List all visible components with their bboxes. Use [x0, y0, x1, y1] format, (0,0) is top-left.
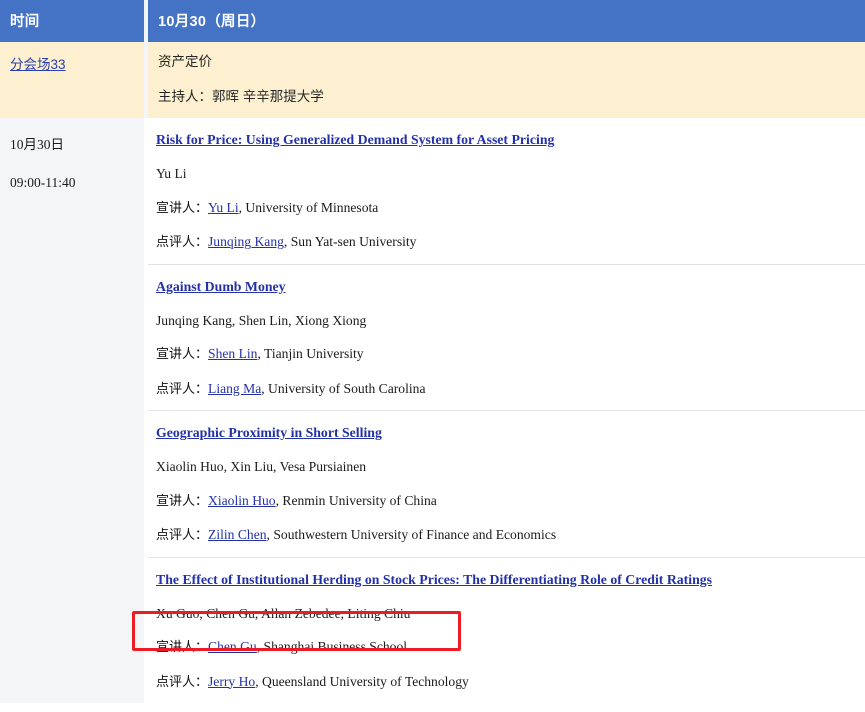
presenter-label: 宣讲人：: [156, 346, 208, 361]
table-header-row: 时间 10月30（周日）: [0, 0, 865, 42]
paper-authors: Junqing Kang, Shen Lin, Xiong Xiong: [156, 312, 857, 330]
presenter-affiliation: , Tianjin University: [257, 346, 363, 361]
discussant-affiliation: , Southwestern University of Finance and…: [267, 527, 557, 542]
paper-title-link[interactable]: The Effect of Institutional Herding on S…: [156, 571, 712, 589]
presenter-affiliation: , Renmin University of China: [276, 493, 437, 508]
discussant-affiliation: , Queensland University of Technology: [255, 674, 469, 689]
session-venue-cell: 分会场33: [0, 42, 146, 118]
presenter-link[interactable]: Xiaolin Huo: [208, 493, 276, 508]
program-time-range: 09:00-11:40: [10, 174, 144, 192]
session-topic: 资产定价: [158, 53, 865, 71]
discussant-affiliation: , Sun Yat-sen University: [284, 234, 417, 249]
conference-schedule-table: 时间 10月30（周日） 分会场33 资产定价 主持人：郭晖 辛辛那提大学 10…: [0, 0, 865, 703]
program-time-cell: 10月30日 09:00-11:40: [0, 118, 146, 702]
presenter-link[interactable]: Shen Lin: [208, 346, 257, 361]
program-row: 10月30日 09:00-11:40 Risk for Price: Using…: [0, 118, 865, 702]
discussant-link[interactable]: Jerry Ho: [208, 674, 255, 689]
presenter-label: 宣讲人：: [156, 639, 208, 654]
header-date-label: 10月30（周日）: [158, 14, 265, 30]
header-cell-time: 时间: [0, 0, 146, 42]
paper-title-link[interactable]: Risk for Price: Using Generalized Demand…: [156, 131, 554, 149]
discussant-link[interactable]: Junqing Kang: [208, 234, 284, 249]
session-detail-cell: 资产定价 主持人：郭晖 辛辛那提大学: [146, 42, 865, 118]
discussant-label: 点评人：: [156, 527, 208, 542]
discussant-link[interactable]: Liang Ma: [208, 381, 261, 396]
paper-block: Geographic Proximity in Short Selling Xi…: [148, 411, 865, 557]
paper-discussant-line: 点评人：Jerry Ho, Queensland University of T…: [156, 673, 857, 691]
paper-discussant-line: 点评人：Junqing Kang, Sun Yat-sen University: [156, 233, 857, 251]
paper-authors: Xu Guo, Chen Gu, Allan Zebedee, Liting C…: [156, 605, 857, 623]
presenter-label: 宣讲人：: [156, 493, 208, 508]
program-date: 10月30日: [10, 136, 144, 154]
header-time-label: 时间: [10, 14, 40, 30]
discussant-link[interactable]: Zilin Chen: [208, 527, 267, 542]
paper-block: Risk for Price: Using Generalized Demand…: [148, 118, 865, 264]
discussant-label: 点评人：: [156, 381, 208, 396]
discussant-label: 点评人：: [156, 234, 208, 249]
session-info-row: 分会场33 资产定价 主持人：郭晖 辛辛那提大学: [0, 42, 865, 118]
paper-discussant-line: 点评人：Liang Ma, University of South Caroli…: [156, 380, 857, 398]
paper-presenter-line: 宣讲人：Xiaolin Huo, Renmin University of Ch…: [156, 492, 857, 510]
discussant-affiliation: , University of South Carolina: [261, 381, 425, 396]
paper-presenter-line: 宣讲人：Shen Lin, Tianjin University: [156, 345, 857, 363]
paper-presenter-line: 宣讲人：Chen Gu, Shanghai Business School: [156, 638, 857, 656]
paper-title-link[interactable]: Geographic Proximity in Short Selling: [156, 424, 382, 442]
presenter-affiliation: , University of Minnesota: [239, 200, 379, 215]
paper-authors: Xiaolin Huo, Xin Liu, Vesa Pursiainen: [156, 458, 857, 476]
paper-block: The Effect of Institutional Herding on S…: [148, 558, 865, 703]
discussant-label: 点评人：: [156, 674, 208, 689]
paper-presenter-line: 宣讲人：Yu Li, University of Minnesota: [156, 199, 857, 217]
header-cell-date: 10月30（周日）: [146, 0, 865, 42]
session-chair: 主持人：郭晖 辛辛那提大学: [158, 88, 865, 106]
presenter-link[interactable]: Chen Gu: [208, 639, 257, 654]
paper-title-link[interactable]: Against Dumb Money: [156, 278, 286, 296]
presenter-label: 宣讲人：: [156, 200, 208, 215]
venue-link[interactable]: 分会场33: [10, 57, 66, 72]
paper-discussant-line: 点评人：Zilin Chen, Southwestern University …: [156, 526, 857, 544]
presenter-link[interactable]: Yu Li: [208, 200, 239, 215]
presenter-affiliation: , Shanghai Business School: [257, 639, 407, 654]
paper-block: Against Dumb Money Junqing Kang, Shen Li…: [148, 265, 865, 411]
paper-list-cell: Risk for Price: Using Generalized Demand…: [146, 118, 865, 702]
paper-authors: Yu Li: [156, 165, 857, 183]
